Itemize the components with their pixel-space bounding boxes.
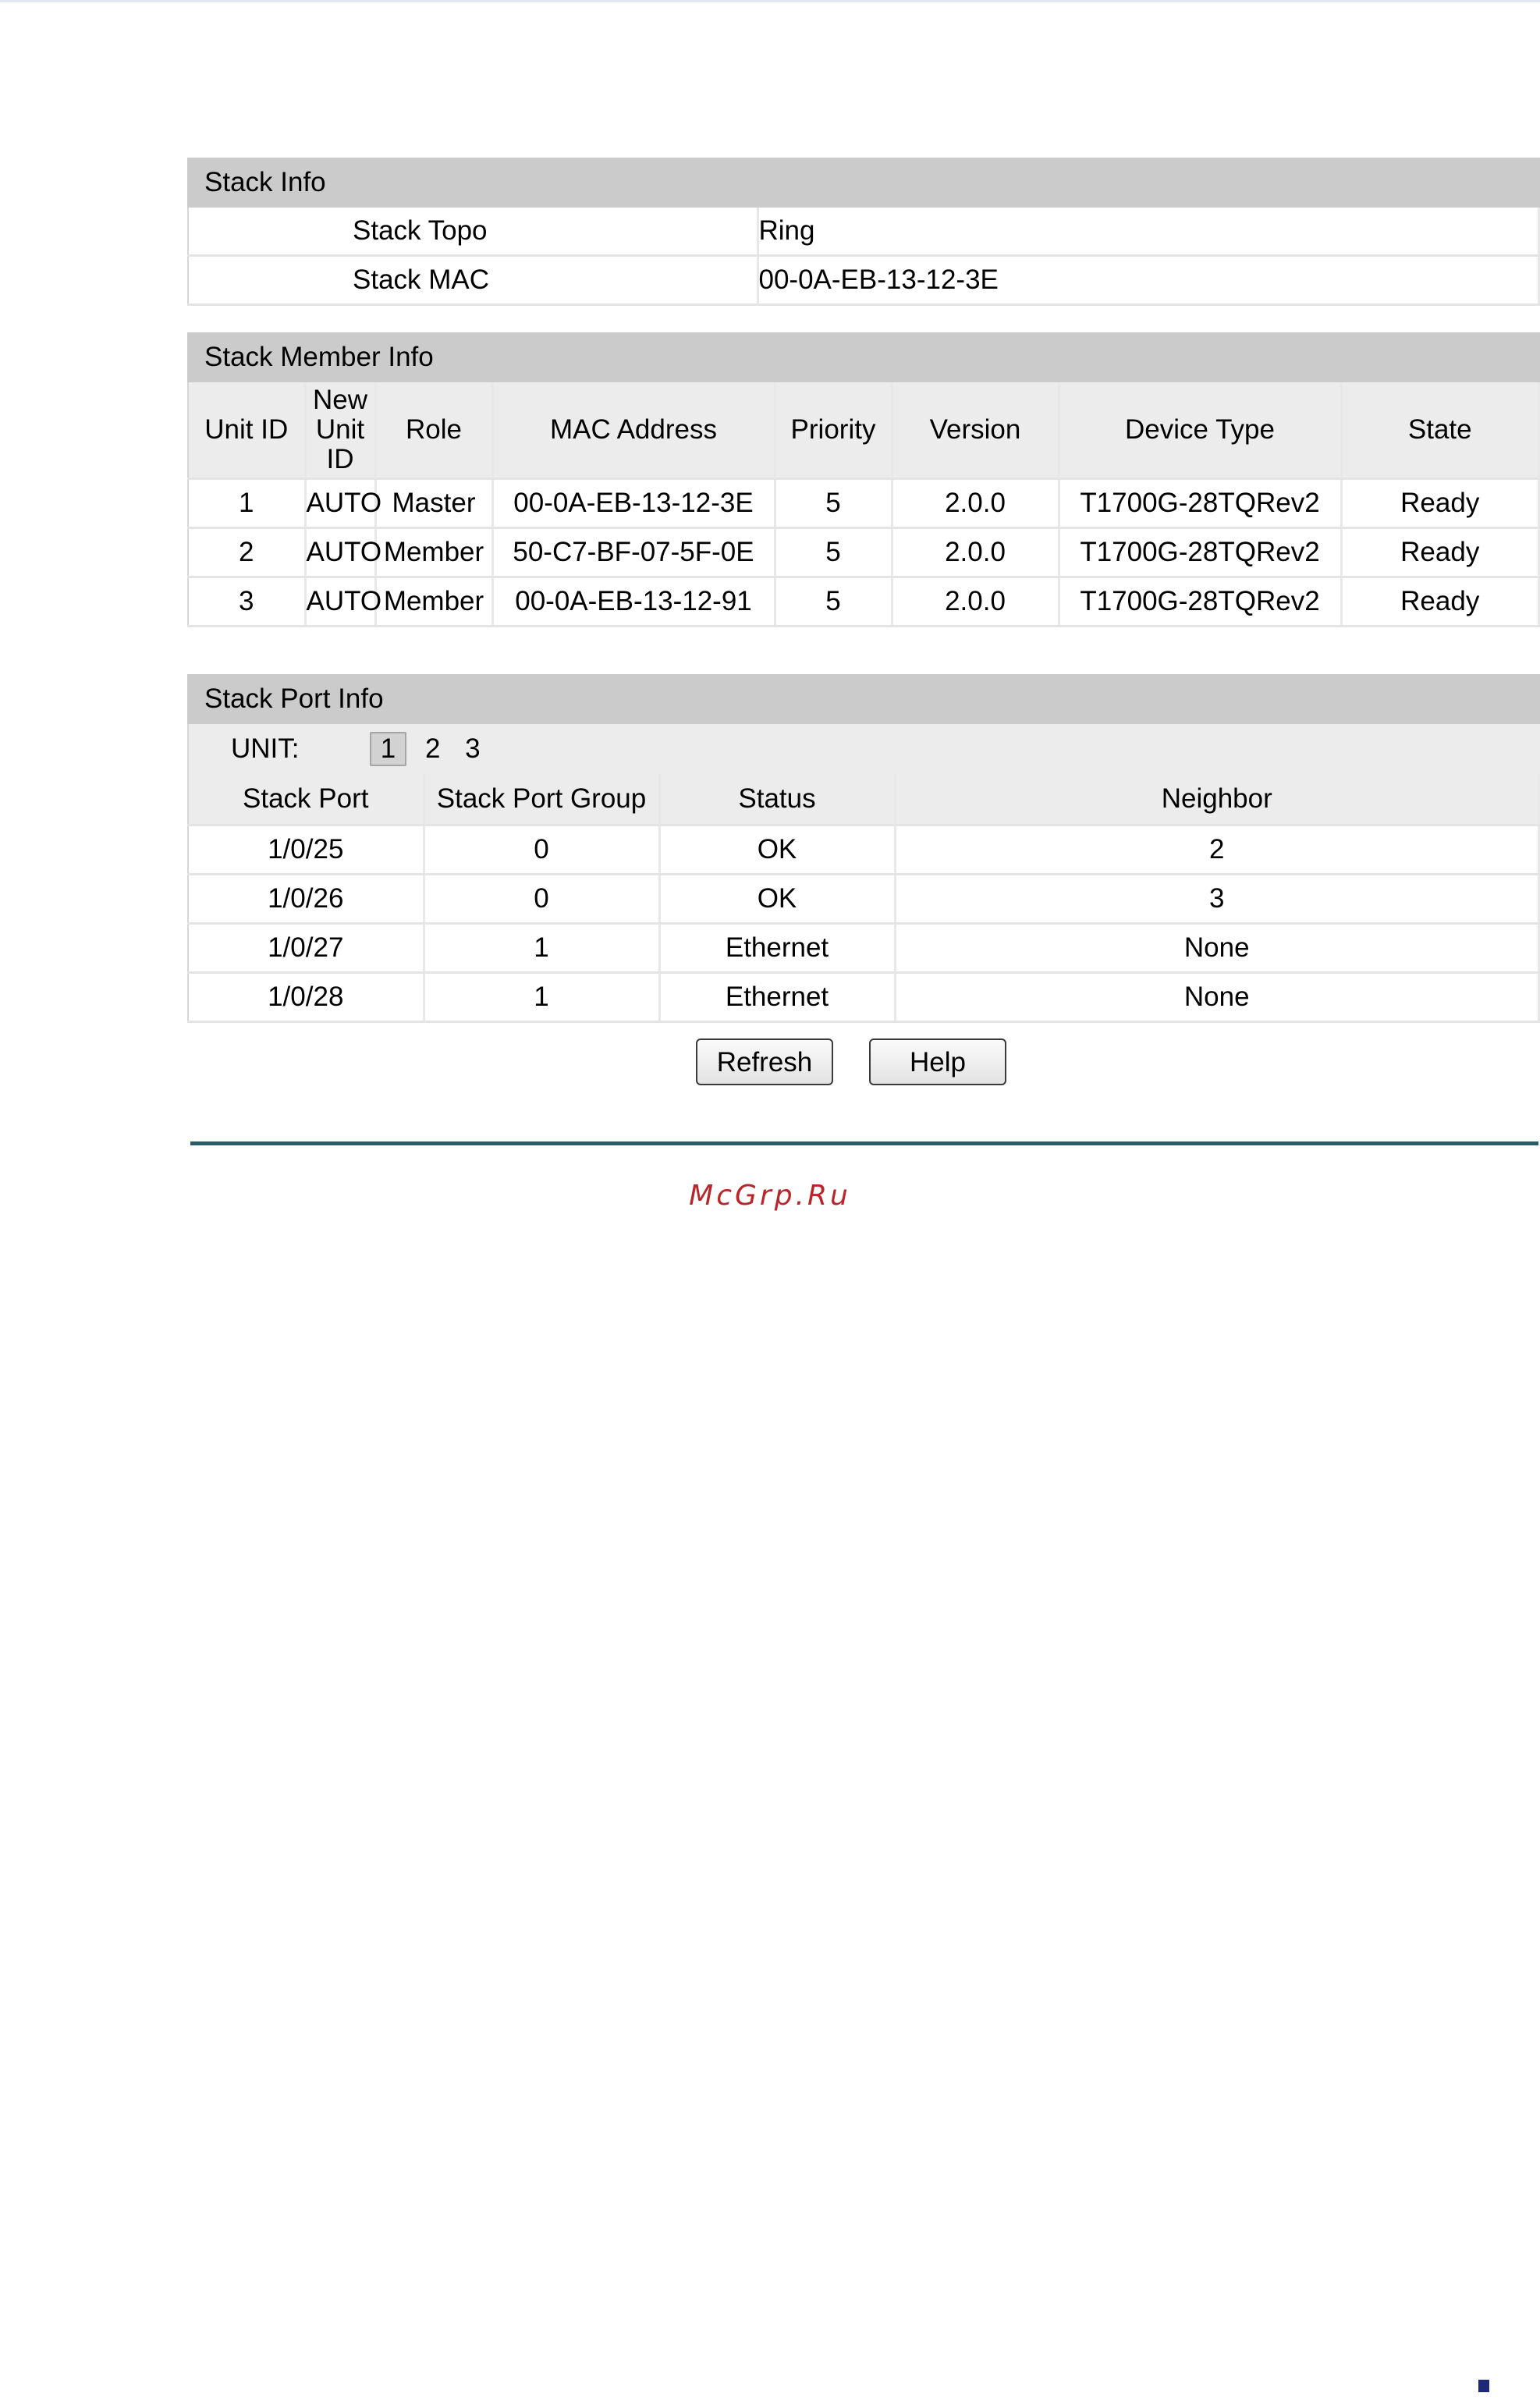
- col-role: Role: [375, 382, 494, 480]
- stack-mac-label: Stack MAC: [188, 255, 759, 306]
- stack-port-cell: 1/0/27: [188, 923, 425, 974]
- stack-port-cell: 1/0/26: [188, 874, 425, 925]
- unit-tab-2[interactable]: 2: [419, 724, 446, 774]
- stack-member-table: Unit ID New Unit ID Role MAC Address Pri…: [187, 382, 1540, 627]
- col-mac-address: MAC Address: [492, 382, 776, 480]
- stack-port-cell: 1/0/28: [188, 972, 425, 1023]
- role-cell: Member: [375, 577, 494, 627]
- mac-address-cell: 50-C7-BF-07-5F-0E: [492, 527, 776, 578]
- version-cell: 2.0.0: [892, 577, 1060, 627]
- port-group-cell: 0: [424, 874, 661, 925]
- neighbor-cell: 2: [895, 825, 1540, 875]
- device-type-cell: T1700G-28TQRev2: [1059, 527, 1343, 578]
- status-cell: OK: [659, 874, 896, 925]
- neighbor-cell: 3: [895, 874, 1540, 925]
- port-group-cell: 1: [424, 923, 661, 974]
- stack-topo-value: Ring: [758, 208, 1540, 257]
- neighbor-cell: None: [895, 923, 1540, 974]
- col-stack-port: Stack Port: [188, 774, 425, 826]
- unit-selector: UNIT: 1 2 3: [187, 724, 1540, 774]
- col-new-unit-id: New Unit ID: [305, 382, 377, 480]
- role-cell: Master: [375, 478, 494, 529]
- priority-cell: 5: [775, 527, 893, 578]
- watermark: McGrp.Ru: [689, 1180, 851, 1212]
- refresh-button[interactable]: Refresh: [696, 1038, 833, 1085]
- member-header-row: Unit ID New Unit ID Role MAC Address Pri…: [188, 382, 1540, 480]
- button-row: Refresh Help: [187, 1023, 1540, 1109]
- stack-info-header: Stack Info: [187, 158, 1540, 208]
- col-device-type: Device Type: [1059, 382, 1343, 480]
- port-group-cell: 0: [424, 825, 661, 875]
- stack-info-table: Stack Topo Ring Stack MAC 00-0A-EB-13-12…: [187, 208, 1540, 306]
- member-row: 3 AUTO Member 00-0A-EB-13-12-91 5 2.0.0 …: [188, 577, 1540, 627]
- col-stack-port-group: Stack Port Group: [424, 774, 661, 826]
- col-version: Version: [892, 382, 1060, 480]
- version-cell: 2.0.0: [892, 527, 1060, 578]
- new-unit-id-cell: AUTO: [305, 478, 381, 529]
- member-row: 1 AUTO Master 00-0A-EB-13-12-3E 5 2.0.0 …: [188, 478, 1540, 529]
- device-type-cell: T1700G-28TQRev2: [1059, 478, 1343, 529]
- status-cell: OK: [659, 825, 896, 875]
- stack-topo-row: Stack Topo Ring: [188, 208, 1540, 257]
- col-neighbor: Neighbor: [895, 774, 1540, 826]
- stack-port-info-header: Stack Port Info: [187, 674, 1540, 724]
- stack-port-cell: 1/0/25: [188, 825, 425, 875]
- state-cell: Ready: [1341, 527, 1540, 578]
- status-cell: Ethernet: [659, 923, 896, 974]
- role-cell: Member: [375, 527, 494, 578]
- section-divider: [190, 1141, 1538, 1145]
- mac-address-cell: 00-0A-EB-13-12-3E: [492, 478, 776, 529]
- neighbor-cell: None: [895, 972, 1540, 1023]
- state-cell: Ready: [1341, 577, 1540, 627]
- help-button[interactable]: Help: [869, 1038, 1006, 1085]
- port-row: 1/0/27 1 Ethernet None: [188, 923, 1540, 974]
- port-header-row: Stack Port Stack Port Group Status Neigh…: [188, 774, 1540, 826]
- port-row: 1/0/25 0 OK 2: [188, 825, 1540, 875]
- stack-member-info-header: Stack Member Info: [187, 332, 1540, 382]
- port-group-cell: 1: [424, 972, 661, 1023]
- new-unit-id-cell: AUTO: [305, 577, 381, 627]
- col-unit-id: Unit ID: [188, 382, 307, 480]
- member-row: 2 AUTO Member 50-C7-BF-07-5F-0E 5 2.0.0 …: [188, 527, 1540, 578]
- top-divider: [0, 0, 1540, 2]
- priority-cell: 5: [775, 478, 893, 529]
- unit-tab-3[interactable]: 3: [459, 724, 486, 774]
- stack-mac-value: 00-0A-EB-13-12-3E: [758, 255, 1540, 306]
- stack-mac-row: Stack MAC 00-0A-EB-13-12-3E: [188, 255, 1540, 306]
- unit-id-cell: 3: [188, 577, 307, 627]
- new-unit-id-cell: AUTO: [305, 527, 381, 578]
- col-priority: Priority: [775, 382, 893, 480]
- unit-id-cell: 1: [188, 478, 307, 529]
- port-row: 1/0/26 0 OK 3: [188, 874, 1540, 925]
- port-row: 1/0/28 1 Ethernet None: [188, 972, 1540, 1023]
- status-cell: Ethernet: [659, 972, 896, 1023]
- unit-tab-1[interactable]: 1: [369, 732, 407, 766]
- unit-id-cell: 2: [188, 527, 307, 578]
- device-type-cell: T1700G-28TQRev2: [1059, 577, 1343, 627]
- stack-info-page: Stack Info Stack Topo Ring Stack MAC 00-…: [187, 158, 1540, 1109]
- state-cell: Ready: [1341, 478, 1540, 529]
- version-cell: 2.0.0: [892, 478, 1060, 529]
- priority-cell: 5: [775, 577, 893, 627]
- mac-address-cell: 00-0A-EB-13-12-91: [492, 577, 776, 627]
- stack-port-table: Stack Port Stack Port Group Status Neigh…: [187, 774, 1540, 1023]
- col-state: State: [1341, 382, 1540, 480]
- col-status: Status: [659, 774, 896, 826]
- stack-topo-label: Stack Topo: [188, 208, 759, 257]
- page-marker: [1478, 2380, 1489, 2392]
- unit-label: UNIT:: [231, 733, 300, 764]
